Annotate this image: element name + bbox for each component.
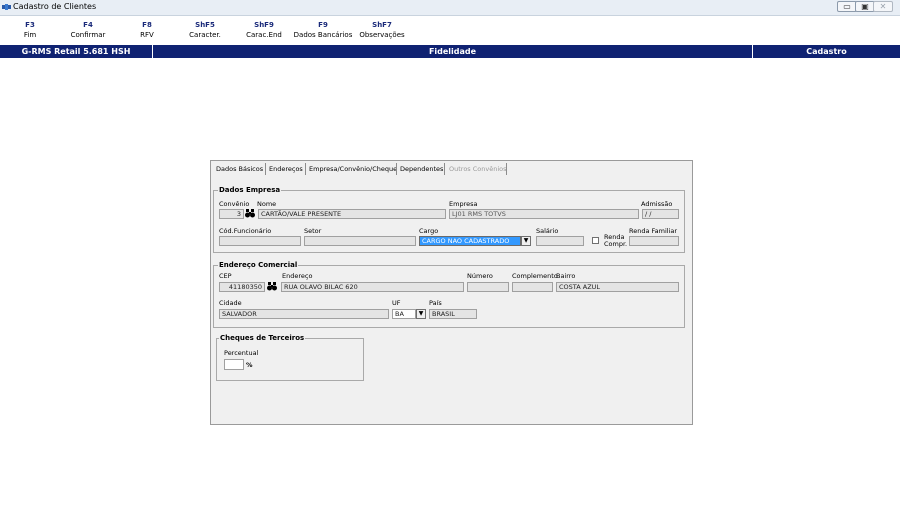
cep-field[interactable]: 41180350 xyxy=(219,282,265,292)
fkey-label: RFV xyxy=(140,31,154,39)
nome-label: Nome xyxy=(257,200,277,208)
endereco-label: Endereço xyxy=(282,272,313,280)
endereco-comercial-title: Endereço Comercial xyxy=(218,261,299,269)
tab-divider xyxy=(444,163,445,175)
admissao-field[interactable]: / / xyxy=(642,209,679,219)
numero-label: Número xyxy=(467,272,493,280)
cidade-field[interactable]: SALVADOR xyxy=(219,309,389,319)
binoculars-icon[interactable] xyxy=(245,209,255,218)
fkey-observacoes[interactable]: ShF7 Observações xyxy=(358,19,406,41)
uf-select[interactable]: BA xyxy=(392,309,416,319)
fkey-label: Confirmar xyxy=(70,31,106,39)
numero-field[interactable] xyxy=(467,282,509,292)
tab-divider xyxy=(396,163,397,175)
convenio-field[interactable]: 3 xyxy=(219,209,244,219)
fkey-rfv[interactable]: F8 RFV xyxy=(127,19,167,41)
tab-outros-convenios: Outros Convênios xyxy=(449,165,507,173)
empresa-field[interactable]: LJ01 RMS TOTVS xyxy=(449,209,639,219)
cargo-select[interactable]: CARGO NAO CADASTRADO xyxy=(419,236,521,246)
module-name: Fidelidade xyxy=(428,47,477,56)
renda-familiar-label: Renda Familiar xyxy=(629,227,678,235)
renda-familiar-field[interactable] xyxy=(629,236,679,246)
fkey-label: Carac.End xyxy=(246,31,282,39)
bairro-field[interactable]: COSTA AZUL xyxy=(556,282,679,292)
mode-name: Cadastro xyxy=(806,47,847,56)
renda-compr-label-line2: Compr. xyxy=(604,240,628,248)
percentual-label: Percentual xyxy=(224,349,259,357)
fkey-label: Observações xyxy=(359,31,405,39)
renda-compr-checkbox[interactable] xyxy=(592,237,599,244)
fkey-confirmar[interactable]: F4 Confirmar xyxy=(68,19,108,41)
tab-dependentes[interactable]: Dependentes xyxy=(400,164,443,174)
maximize-button[interactable]: ▣ xyxy=(855,1,875,12)
tab-divider xyxy=(305,163,306,175)
bairro-label: Bairro xyxy=(556,272,576,280)
admissao-label: Admissão xyxy=(641,200,673,208)
endereco-field[interactable]: RUA OLAVO BILAC 620 xyxy=(281,282,464,292)
tab-divider xyxy=(265,163,266,175)
minimize-icon: ▭ xyxy=(843,2,851,11)
fkey-dados-bancarios[interactable]: F9 Dados Bancários xyxy=(291,19,355,41)
salario-field[interactable] xyxy=(536,236,584,246)
complemento-field[interactable] xyxy=(512,282,553,292)
tab-dados-basicos[interactable]: Dados Básicos xyxy=(216,164,263,174)
window-title-bar xyxy=(0,0,900,16)
pais-label: País xyxy=(429,299,442,307)
cod-funcionario-field[interactable] xyxy=(219,236,301,246)
fkey-label: Dados Bancários xyxy=(293,31,353,39)
nome-field[interactable]: CARTÃO/VALE PRESENTE xyxy=(258,209,446,219)
convenio-label: Convênio xyxy=(219,200,250,208)
app-icon xyxy=(2,4,11,10)
pais-field[interactable]: BRASIL xyxy=(429,309,477,319)
cod-funcionario-label: Cód.Funcionário xyxy=(219,227,272,235)
system-name: G-RMS Retail 5.681 HSH xyxy=(21,47,131,56)
binoculars-icon[interactable] xyxy=(267,282,277,291)
tab-divider xyxy=(506,163,507,175)
fkey-label: Fim xyxy=(23,31,37,39)
setor-field[interactable] xyxy=(304,236,416,246)
uf-label: UF xyxy=(392,299,401,307)
cheques-terceiros-title: Cheques de Terceiros xyxy=(219,334,306,342)
close-icon: ✕ xyxy=(879,2,887,11)
cidade-label: Cidade xyxy=(219,299,242,307)
fkey-carac-end[interactable]: ShF9 Carac.End xyxy=(244,19,284,41)
maximize-icon: ▣ xyxy=(861,2,869,11)
minimize-button[interactable]: ▭ xyxy=(837,1,857,12)
cep-label: CEP xyxy=(219,272,232,280)
setor-label: Setor xyxy=(304,227,322,235)
chevron-down-icon[interactable]: ▼ xyxy=(521,236,531,246)
percentual-field[interactable] xyxy=(224,359,244,370)
dados-empresa-title: Dados Empresa xyxy=(218,186,282,194)
empresa-label: Empresa xyxy=(449,200,478,208)
fkey-caracter[interactable]: ShF5 Caracter. xyxy=(185,19,225,41)
chevron-down-icon[interactable]: ▼ xyxy=(416,309,426,319)
tab-empresa-convenio-cheque[interactable]: Empresa/Convênio/Cheque xyxy=(309,164,397,174)
tab-enderecos[interactable]: Endereços xyxy=(269,164,303,174)
cargo-label: Cargo xyxy=(419,227,439,235)
percent-sign: % xyxy=(246,361,253,369)
salario-label: Salário xyxy=(536,227,559,235)
complemento-label: Complemento xyxy=(512,272,558,280)
fkey-label: Caracter. xyxy=(189,31,221,39)
window-title: Cadastro de Clientes xyxy=(13,2,97,11)
close-button[interactable]: ✕ xyxy=(873,1,893,12)
fkey-fim[interactable]: F3 Fim xyxy=(10,19,50,41)
